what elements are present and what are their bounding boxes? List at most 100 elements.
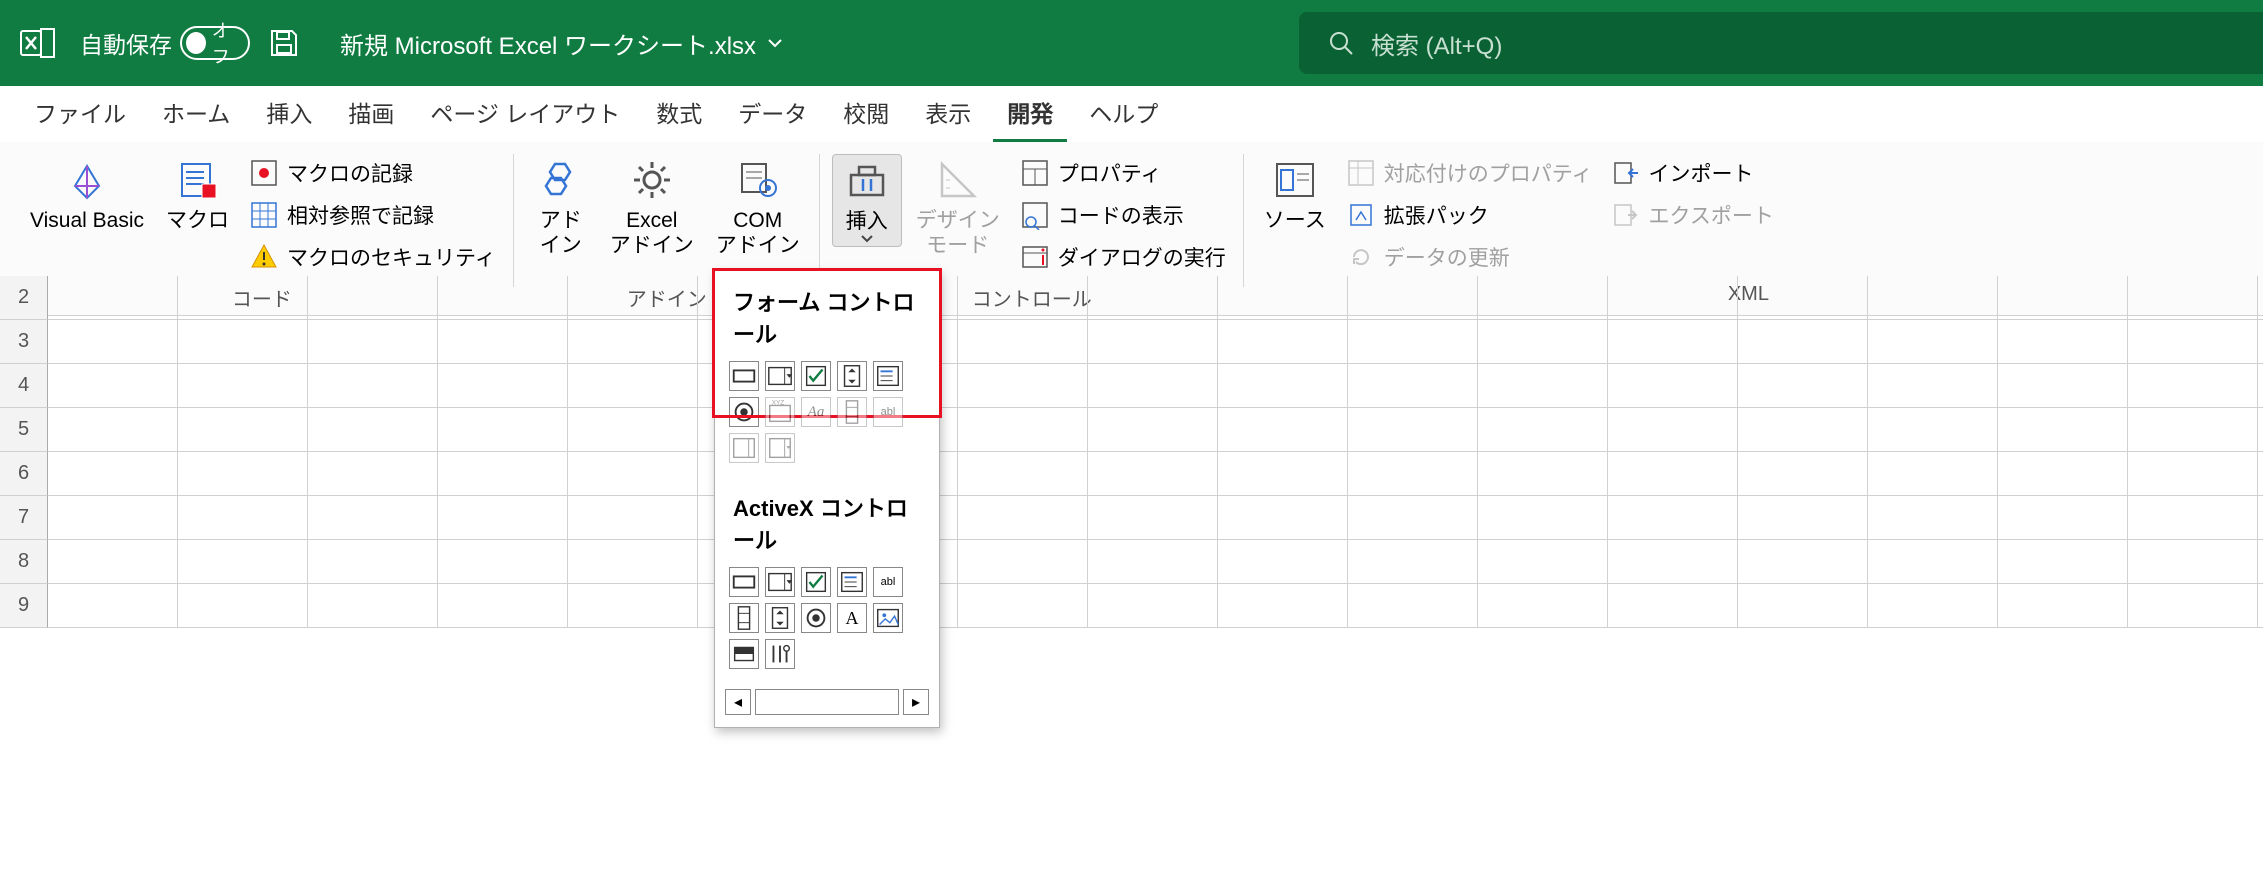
ax-button-control[interactable] <box>729 567 759 597</box>
ax-more-controls[interactable] <box>765 639 795 669</box>
ax-spinner-control[interactable] <box>765 603 795 633</box>
ribbon-tabs: ファイル ホーム 挿入 描画 ページ レイアウト 数式 データ 校閲 表示 開発… <box>0 86 2263 142</box>
design-mode-button[interactable]: デザイン モード <box>908 154 1008 260</box>
svg-text:XYZ: XYZ <box>772 400 785 407</box>
grid-icon <box>249 200 279 230</box>
row-header[interactable]: 9 <box>0 584 48 628</box>
save-button[interactable] <box>268 27 300 59</box>
expansion-pack-button[interactable]: 拡張パック <box>1340 196 1599 234</box>
xml-source-button[interactable]: ソース <box>1256 154 1334 235</box>
import-icon <box>1610 158 1640 188</box>
map-properties-icon <box>1346 158 1376 188</box>
macros-icon <box>174 156 222 204</box>
tab-insert[interactable]: 挿入 <box>252 85 326 143</box>
tab-formulas[interactable]: 数式 <box>642 85 716 143</box>
ax-checkbox-control[interactable] <box>801 567 831 597</box>
relative-reference-button[interactable]: 相対参照で記録 <box>243 196 502 234</box>
macro-security-button[interactable]: マクロのセキュリティ <box>243 238 502 276</box>
tab-home[interactable]: ホーム <box>148 85 244 143</box>
form-combo-dropdown-control[interactable] <box>765 433 795 463</box>
form-groupbox-control[interactable]: XYZ <box>765 397 795 427</box>
form-spinner-control[interactable] <box>837 361 867 391</box>
row-header[interactable]: 5 <box>0 408 48 452</box>
import-button[interactable]: インポート <box>1604 154 1779 192</box>
row-header[interactable]: 7 <box>0 496 48 540</box>
expansion-icon <box>1346 200 1376 230</box>
com-addins-icon <box>734 156 782 204</box>
titlebar: 自動保存 オフ 新規 Microsoft Excel ワークシート.xlsx 検… <box>0 0 2263 86</box>
visual-basic-button[interactable]: Visual Basic <box>22 154 152 235</box>
addins-button[interactable]: アド イン <box>526 154 596 260</box>
ruler-triangle-icon <box>934 156 982 204</box>
export-icon <box>1610 200 1640 230</box>
scroll-right-icon[interactable]: ▸ <box>903 689 929 715</box>
record-macro-icon <box>249 158 279 188</box>
hexagon-icon <box>537 156 585 204</box>
ax-textbox-control[interactable]: abl <box>873 567 903 597</box>
tab-review[interactable]: 校閲 <box>829 85 903 143</box>
form-listbox-control[interactable] <box>873 361 903 391</box>
form-combo-control[interactable] <box>765 361 795 391</box>
form-controls-grid: XYZ Aa abl <box>715 357 939 477</box>
form-button-control[interactable] <box>729 361 759 391</box>
record-macro-button[interactable]: マクロの記録 <box>243 154 502 192</box>
activex-controls-heading: ActiveX コントロール <box>715 477 939 563</box>
form-textfield-control[interactable]: abl <box>873 397 903 427</box>
form-label-control[interactable]: Aa <box>801 397 831 427</box>
properties-icon <box>1020 158 1050 188</box>
visual-basic-icon <box>63 156 111 204</box>
scroll-left-icon[interactable]: ◂ <box>725 689 751 715</box>
tab-draw[interactable]: 描画 <box>334 85 408 143</box>
run-dialog-button[interactable]: ダイアログの実行 <box>1014 238 1232 276</box>
form-checkbox-control[interactable] <box>801 361 831 391</box>
worksheet-area[interactable]: 2 3 4 5 6 7 8 9 <box>0 316 2263 893</box>
insert-controls-button[interactable]: 挿入 <box>832 154 902 247</box>
row-headers: 2 3 4 5 6 7 8 9 <box>0 276 48 628</box>
tab-developer[interactable]: 開発 <box>993 85 1067 143</box>
ax-image-control[interactable] <box>873 603 903 633</box>
ax-combo-control[interactable] <box>765 567 795 597</box>
row-header[interactable]: 4 <box>0 364 48 408</box>
chevron-down-icon <box>766 34 784 52</box>
macros-button[interactable]: マクロ <box>158 154 237 235</box>
export-button[interactable]: エクスポート <box>1604 196 1779 234</box>
row-header[interactable]: 8 <box>0 540 48 584</box>
filename-text: 新規 Microsoft Excel ワークシート.xlsx <box>340 26 756 61</box>
search-icon <box>1327 29 1355 57</box>
refresh-data-button[interactable]: データの更新 <box>1340 238 1599 276</box>
ax-scrollbar-control[interactable] <box>729 603 759 633</box>
popup-scrollbar[interactable]: ◂ ▸ <box>715 683 939 727</box>
cell-grid[interactable] <box>48 276 2263 893</box>
filename-dropdown[interactable]: 新規 Microsoft Excel ワークシート.xlsx <box>340 26 784 61</box>
com-addins-button[interactable]: COM アドイン <box>708 154 808 260</box>
excel-addins-button[interactable]: Excel アドイン <box>602 154 702 260</box>
toolbox-icon <box>843 157 891 205</box>
ax-toggle-control[interactable] <box>729 639 759 669</box>
form-option-control[interactable] <box>729 397 759 427</box>
tab-view[interactable]: 表示 <box>911 85 985 143</box>
row-header[interactable]: 3 <box>0 320 48 364</box>
properties-button[interactable]: プロパティ <box>1014 154 1232 192</box>
excel-app-icon <box>20 25 56 61</box>
row-header[interactable]: 2 <box>0 276 48 320</box>
chevron-down-icon <box>860 234 874 244</box>
ax-option-control[interactable] <box>801 603 831 633</box>
row-header[interactable]: 6 <box>0 452 48 496</box>
ax-label-control[interactable]: A <box>837 603 867 633</box>
form-combo-list-control[interactable] <box>729 433 759 463</box>
warning-icon <box>249 242 279 272</box>
tab-help[interactable]: ヘルプ <box>1075 85 1172 143</box>
autosave-toggle[interactable]: 自動保存 オフ <box>80 26 250 60</box>
xml-source-icon <box>1271 156 1319 204</box>
tab-data[interactable]: データ <box>724 85 821 143</box>
form-scrollbar-control[interactable] <box>837 397 867 427</box>
view-code-button[interactable]: コードの表示 <box>1014 196 1232 234</box>
tab-page-layout[interactable]: ページ レイアウト <box>416 85 634 143</box>
search-placeholder: 検索 (Alt+Q) <box>1371 26 1502 61</box>
search-box[interactable]: 検索 (Alt+Q) <box>1299 12 2263 74</box>
map-properties-button[interactable]: 対応付けのプロパティ <box>1340 154 1599 192</box>
scroll-track[interactable] <box>755 689 899 715</box>
tab-file[interactable]: ファイル <box>20 85 140 143</box>
run-dialog-icon <box>1020 242 1050 272</box>
ax-listbox-control[interactable] <box>837 567 867 597</box>
